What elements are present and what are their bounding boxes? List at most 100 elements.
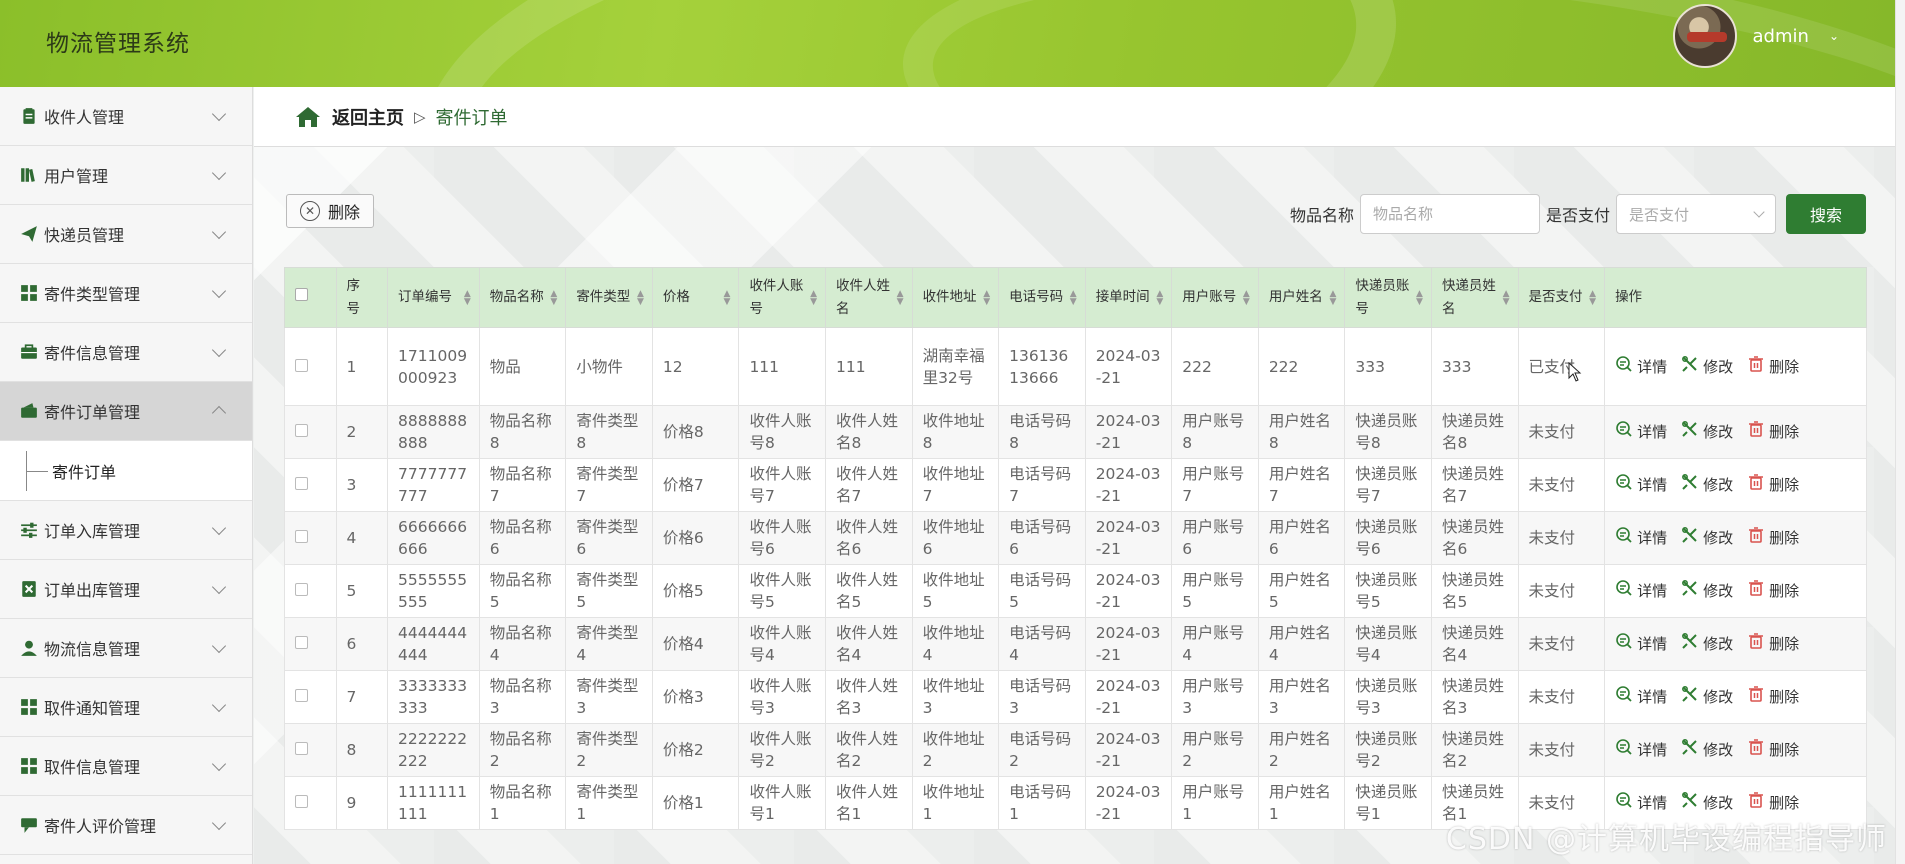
sidebar-item-2[interactable]: 快递员管理	[0, 205, 252, 264]
table-cell: 物品名称2	[478, 723, 567, 777]
column-header[interactable]: 收件人姓名 ▲ ▼	[825, 267, 913, 328]
row-checkbox[interactable]	[295, 530, 308, 543]
row-checkbox[interactable]	[295, 358, 308, 372]
column-header[interactable]: 快递员账号 ▲ ▼	[1344, 267, 1432, 328]
scrollbar-gutter[interactable]	[1895, 0, 1905, 864]
chevron-down-icon[interactable]: ⌄	[1829, 29, 1839, 43]
detail-button[interactable]: 详情	[1615, 420, 1667, 444]
sidebar-item-7[interactable]: 订单出库管理	[0, 560, 252, 619]
delete-button[interactable]: 删除	[1747, 355, 1799, 379]
edit-button[interactable]: 修改	[1681, 579, 1733, 603]
item-name-input[interactable]	[1359, 194, 1540, 234]
sort-icon[interactable]: ▲ ▼	[1589, 289, 1596, 306]
row-checkbox[interactable]	[295, 795, 308, 808]
column-header[interactable]: 价格 ▲ ▼	[651, 267, 740, 328]
sort-icon[interactable]: ▲ ▼	[810, 289, 817, 306]
delete-button[interactable]: 删除	[1747, 473, 1799, 497]
table-cell: 价格1	[651, 776, 740, 830]
detail-button[interactable]: 详情	[1615, 738, 1667, 762]
column-header[interactable]: 收件人账号 ▲ ▼	[738, 267, 826, 328]
actions-cell: 详情 修改 删除	[1604, 458, 1867, 512]
column-header[interactable]: 寄件类型 ▲ ▼	[565, 267, 653, 328]
detail-button[interactable]: 详情	[1615, 473, 1667, 497]
edit-label: 修改	[1703, 794, 1734, 812]
row-checkbox[interactable]	[295, 689, 308, 702]
detail-button[interactable]: 详情	[1615, 526, 1667, 550]
column-header[interactable]: 物品名称 ▲ ▼	[478, 267, 567, 328]
home-icon[interactable]	[294, 105, 322, 129]
row-checkbox[interactable]	[295, 477, 308, 490]
user-name[interactable]: admin	[1753, 26, 1809, 47]
edit-button[interactable]: 修改	[1681, 632, 1733, 656]
sidebar-item-9[interactable]: 取件通知管理	[0, 678, 252, 737]
edit-button[interactable]: 修改	[1681, 685, 1733, 709]
edit-button[interactable]: 修改	[1681, 526, 1733, 550]
column-header[interactable]: 快递员姓名 ▲ ▼	[1430, 267, 1519, 328]
column-header[interactable]: 接单时间 ▲ ▼	[1084, 267, 1173, 328]
delete-button[interactable]: 删除	[1747, 685, 1799, 709]
sidebar-item-4[interactable]: 寄件信息管理	[0, 323, 252, 382]
detail-button[interactable]: 详情	[1615, 685, 1667, 709]
sort-icon[interactable]: ▲ ▼	[1243, 289, 1250, 306]
avatar[interactable]	[1672, 4, 1737, 68]
edit-label: 修改	[1703, 529, 1734, 547]
user-menu[interactable]: admin ⌄	[1672, 4, 1839, 68]
sort-icon[interactable]: ▲ ▼	[464, 289, 471, 306]
sort-icon[interactable]: ▲ ▼	[1329, 289, 1336, 306]
sidebar-item-10[interactable]: 取件信息管理	[0, 737, 252, 796]
sort-icon[interactable]: ▲ ▼	[637, 289, 644, 306]
edit-button[interactable]: 修改	[1681, 473, 1733, 497]
column-header[interactable]: 用户账号 ▲ ▼	[1171, 267, 1259, 328]
table-cell: 电话号码4	[998, 617, 1086, 671]
detail-button[interactable]: 详情	[1615, 355, 1667, 379]
table-cell: 收件人账号5	[738, 564, 826, 618]
row-checkbox[interactable]	[295, 424, 308, 437]
sort-icon[interactable]: ▲ ▼	[550, 289, 557, 306]
edit-button[interactable]: 修改	[1681, 420, 1733, 444]
edit-button[interactable]: 修改	[1681, 791, 1733, 815]
row-checkbox[interactable]	[295, 583, 308, 596]
edit-button[interactable]: 修改	[1681, 355, 1733, 379]
sidebar-item-8[interactable]: 物流信息管理	[0, 619, 252, 678]
detail-button[interactable]: 详情	[1615, 579, 1667, 603]
table-row: 8 2222222222 物品名称2 寄件类型2 价格2 收件人账号2 收件人姓名2 收件地址…	[284, 723, 1867, 777]
column-header[interactable]: 电话号码 ▲ ▼	[998, 267, 1086, 328]
delete-button[interactable]: 删除	[1747, 738, 1799, 762]
sidebar-item-11[interactable]: 寄件人评价管理	[0, 796, 252, 855]
search-button[interactable]: 搜索	[1786, 194, 1866, 234]
paid-select[interactable]: 是否支付	[1616, 194, 1776, 234]
sort-icon[interactable]: ▲ ▼	[1070, 289, 1077, 306]
sort-icon[interactable]: ▲ ▼	[983, 289, 990, 306]
column-header[interactable]: 订单编号 ▲ ▼	[387, 267, 480, 328]
detail-button[interactable]: 详情	[1615, 632, 1667, 656]
submenu-item-orders[interactable]: 寄件订单	[0, 441, 252, 501]
sort-icon[interactable]: ▲ ▼	[1156, 289, 1163, 306]
sort-icon[interactable]: ▲ ▼	[1416, 289, 1423, 306]
sort-icon[interactable]: ▲ ▼	[1503, 289, 1510, 306]
column-header[interactable]: 用户姓名 ▲ ▼	[1257, 267, 1346, 328]
row-checkbox[interactable]	[295, 636, 308, 649]
delete-button[interactable]: 删除	[1747, 420, 1799, 444]
sidebar-item-6[interactable]: 订单入库管理	[0, 501, 252, 560]
table-cell: 物品名称3	[478, 670, 567, 724]
detail-button[interactable]: 详情	[1615, 791, 1667, 815]
sort-icon[interactable]: ▲ ▼	[724, 289, 731, 306]
sidebar-item-5[interactable]: 寄件订单管理	[0, 382, 252, 441]
breadcrumb-home-link[interactable]: 返回主页	[332, 104, 404, 130]
edit-button[interactable]: 修改	[1681, 738, 1733, 762]
delete-button[interactable]: 删除	[1747, 526, 1799, 550]
batch-delete-button[interactable]: ✕ 删除	[286, 194, 374, 228]
row-checkbox[interactable]	[295, 742, 308, 755]
column-header[interactable]: 是否支付 ▲ ▼	[1517, 267, 1606, 328]
delete-button[interactable]: 删除	[1747, 791, 1799, 815]
delete-button[interactable]: 删除	[1747, 579, 1799, 603]
actions-cell: 详情 修改 删除	[1604, 723, 1867, 777]
sidebar-item-3[interactable]: 寄件类型管理	[0, 264, 252, 323]
sort-icon[interactable]: ▲ ▼	[897, 289, 904, 306]
column-header[interactable]: 收件地址 ▲ ▼	[911, 267, 1000, 328]
select-all-checkbox[interactable]	[295, 288, 308, 301]
sidebar-item-0[interactable]: 收件人管理	[0, 87, 252, 146]
sidebar-item-1[interactable]: 用户管理	[0, 146, 252, 205]
delete-button[interactable]: 删除	[1747, 632, 1799, 656]
chevron-down-icon	[211, 342, 227, 357]
